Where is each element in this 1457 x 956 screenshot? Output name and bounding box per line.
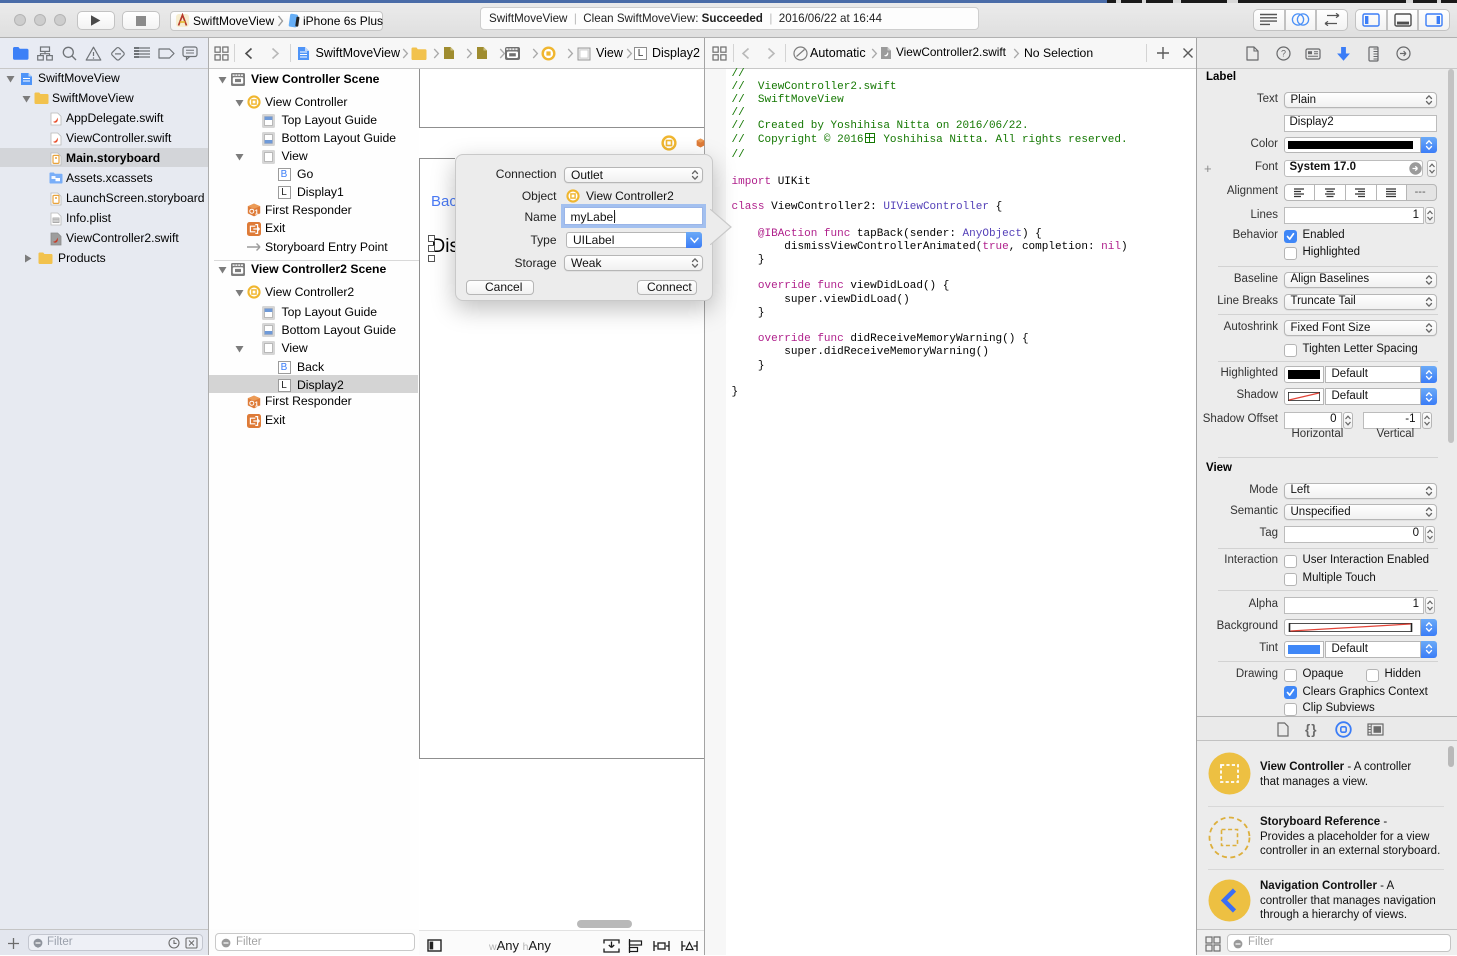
svg-text:?: ?	[1281, 49, 1286, 59]
svg-text:1: 1	[255, 210, 259, 217]
svg-text:1: 1	[255, 401, 259, 408]
